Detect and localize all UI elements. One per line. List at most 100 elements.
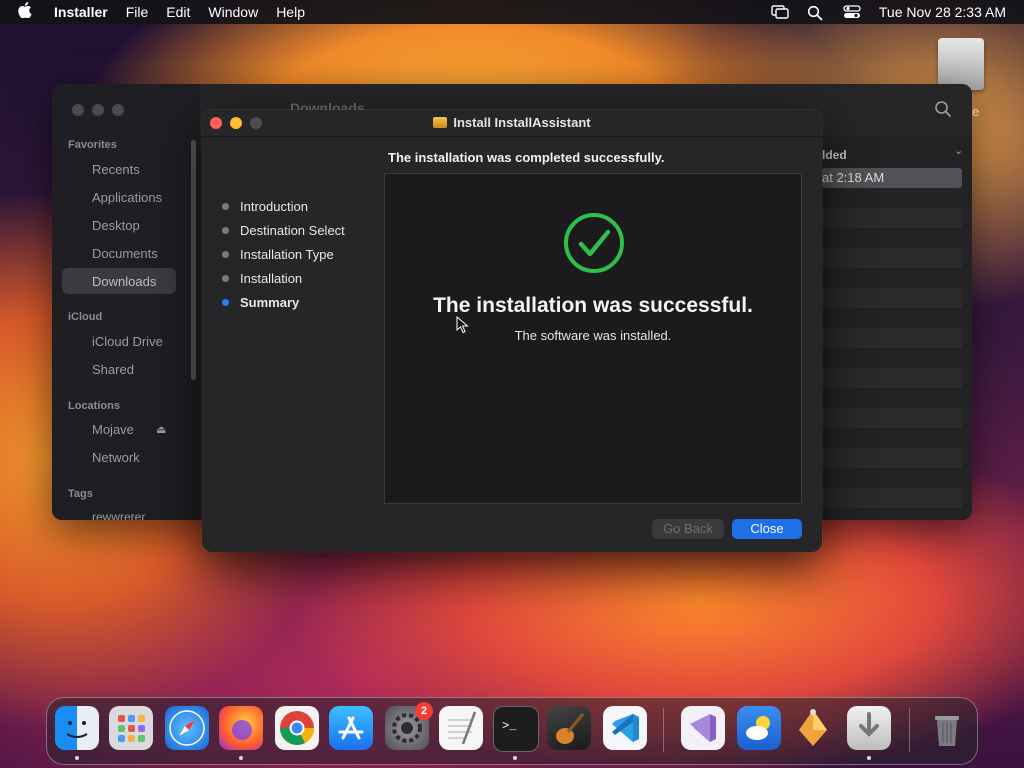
step-introduction: Introduction [222, 194, 345, 218]
finder-sidebar: Favorites Recents Applications Desktop D… [52, 84, 200, 520]
step-summary: Summary [222, 290, 345, 314]
sidebar-item-tag[interactable]: rewwrerer [92, 510, 145, 520]
step-label: Installation [240, 270, 303, 286]
mouse-pointer-icon [456, 315, 470, 334]
step-label: Summary [240, 294, 300, 310]
sidebar-section-tags: Tags [68, 488, 93, 500]
chrome-app-icon[interactable] [275, 706, 319, 750]
file-row[interactable] [822, 228, 962, 248]
step-destination-select: Destination Select [222, 218, 345, 242]
column-header-date-added[interactable]: lded [822, 148, 847, 162]
file-row[interactable] [822, 208, 962, 228]
summary-panel: The installation was successful. The sof… [384, 173, 802, 504]
dock-separator [909, 708, 910, 752]
finder-search-icon[interactable] [934, 100, 952, 118]
sidebar-section-favorites: Favorites [68, 139, 117, 151]
step-installation-type: Installation Type [222, 242, 345, 266]
installer-titlebar[interactable]: Install InstallAssistant [202, 110, 822, 137]
package-icon [433, 117, 448, 128]
textedit-app-icon[interactable] [439, 706, 483, 750]
finder-app-icon[interactable] [55, 706, 99, 750]
sidebar-scrollbar[interactable] [191, 140, 196, 380]
success-subtitle: The software was installed. [514, 328, 672, 343]
garageband-app-icon[interactable] [547, 706, 591, 750]
installer-steps: Introduction Destination Select Installa… [222, 194, 345, 314]
sidebar-item-mojave[interactable]: Mojave [92, 422, 134, 437]
sidebar-item-documents[interactable]: Documents [92, 246, 158, 261]
search-icon[interactable] [807, 5, 825, 21]
installer-title-text: Install InstallAssistant [453, 115, 591, 130]
svg-text:>_: >_ [502, 719, 517, 733]
notification-badge: 2 [415, 702, 433, 720]
menu-bar-clock[interactable]: Tue Nov 28 2:33 AM [879, 4, 1006, 20]
file-row[interactable] [822, 188, 962, 208]
file-row[interactable] [822, 348, 962, 368]
sidebar-section-locations: Locations [68, 400, 120, 412]
go-back-button[interactable]: Go Back [652, 519, 724, 539]
screen-mirroring-icon[interactable] [771, 5, 789, 19]
file-row[interactable] [822, 248, 962, 268]
visual-studio-app-icon[interactable] [681, 706, 725, 750]
running-indicator [513, 756, 517, 760]
menu-bar: Installer File Edit Window Help Tue Nov … [0, 0, 1024, 24]
trash-icon[interactable] [925, 706, 969, 750]
apple-menu-icon[interactable] [18, 2, 38, 22]
vscode-app-icon[interactable] [603, 706, 647, 750]
finder-file-list: at 2:18 AM [822, 168, 962, 508]
menu-edit[interactable]: Edit [166, 4, 190, 20]
dock: 2 >_ [46, 697, 978, 765]
sidebar-item-shared[interactable]: Shared [92, 362, 134, 377]
file-row[interactable] [822, 488, 962, 508]
step-bullet-icon [222, 274, 229, 282]
sidebar-item-recents[interactable]: Recents [92, 162, 140, 177]
step-label: Installation Type [240, 246, 334, 262]
drive-label[interactable]: e [972, 104, 979, 119]
terminal-app-icon[interactable]: >_ [493, 706, 539, 752]
sidebar-item-downloads[interactable]: Downloads [92, 274, 156, 289]
file-row[interactable] [822, 328, 962, 348]
app-store-app-icon[interactable] [329, 706, 373, 750]
safari-app-icon[interactable] [165, 706, 209, 750]
step-installation: Installation [222, 266, 345, 290]
control-center-icon[interactable] [843, 5, 861, 19]
menu-file[interactable]: File [126, 4, 149, 20]
sidebar-item-desktop[interactable]: Desktop [92, 218, 140, 233]
chevron-down-icon[interactable]: ⌄ [954, 144, 963, 157]
success-title: The installation was successful. [433, 294, 753, 317]
file-row-selected[interactable]: at 2:18 AM [822, 168, 962, 188]
step-label: Introduction [240, 198, 308, 214]
running-indicator [239, 756, 243, 760]
step-bullet-icon [222, 202, 229, 210]
file-row[interactable] [822, 368, 962, 388]
running-indicator [75, 756, 79, 760]
firefox-app-icon[interactable] [219, 706, 263, 750]
finder-minimize-button[interactable] [92, 104, 104, 116]
file-row[interactable] [822, 268, 962, 288]
weather-app-icon[interactable] [737, 706, 781, 750]
finder-zoom-button[interactable] [112, 104, 124, 116]
file-row[interactable] [822, 428, 962, 448]
sidebar-item-icloud-drive[interactable]: iCloud Drive [92, 334, 163, 349]
installer-title: Install InstallAssistant [202, 115, 822, 130]
file-row[interactable] [822, 388, 962, 408]
sidebar-item-applications[interactable]: Applications [92, 190, 162, 205]
close-button[interactable]: Close [732, 519, 802, 539]
installer-window[interactable]: Install InstallAssistant The installatio… [202, 110, 822, 552]
menu-app-name[interactable]: Installer [54, 4, 108, 20]
menu-window[interactable]: Window [208, 4, 258, 20]
menu-help[interactable]: Help [276, 4, 305, 20]
file-row[interactable] [822, 288, 962, 308]
file-row[interactable] [822, 468, 962, 488]
installer-app-icon[interactable] [791, 706, 835, 750]
running-indicator [867, 756, 871, 760]
launchpad-app-icon[interactable] [109, 706, 153, 750]
step-bullet-icon [222, 250, 229, 258]
installer-status-heading: The installation was completed successfu… [388, 150, 665, 165]
eject-icon[interactable]: ⏏ [156, 423, 166, 436]
file-row[interactable] [822, 408, 962, 428]
file-row[interactable] [822, 448, 962, 468]
sidebar-item-network[interactable]: Network [92, 450, 140, 465]
file-row[interactable] [822, 308, 962, 328]
finder-close-button[interactable] [72, 104, 84, 116]
downloads-stack-icon[interactable] [847, 706, 891, 750]
